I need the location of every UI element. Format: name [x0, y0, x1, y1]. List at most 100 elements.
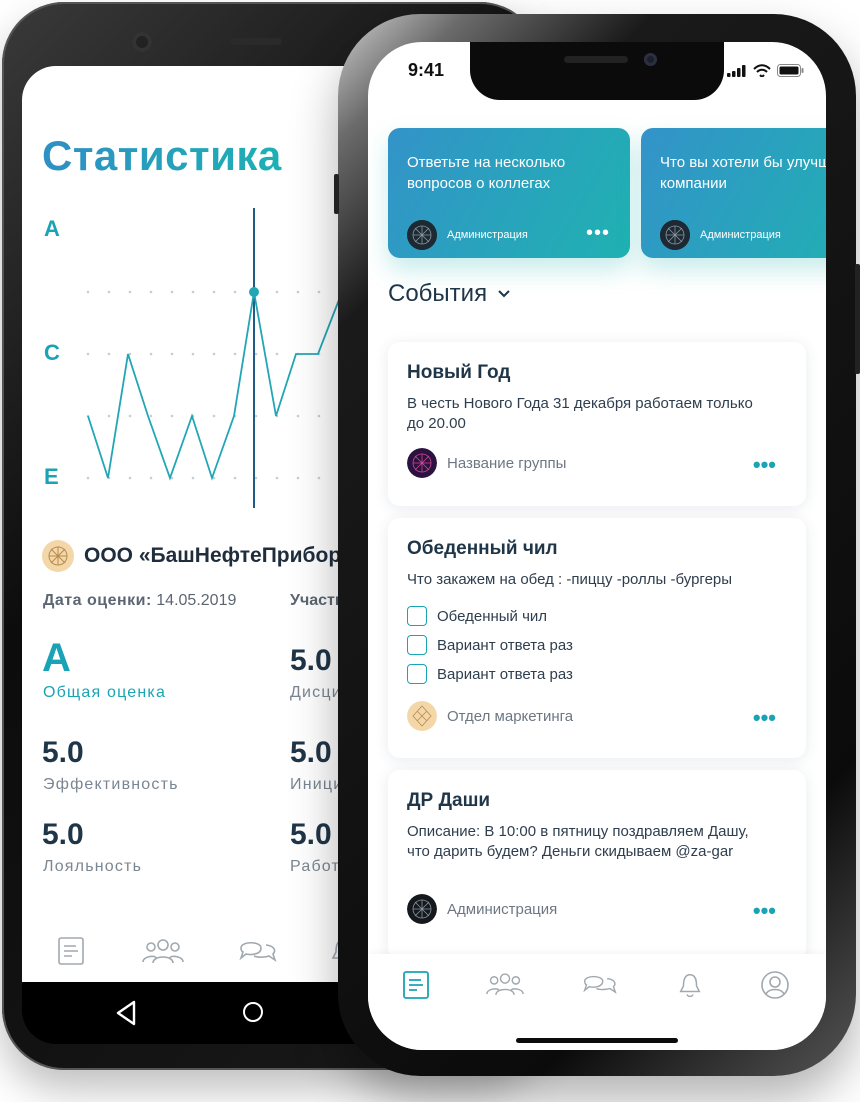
- grid-dot: [233, 476, 237, 480]
- grid-dot: [254, 476, 258, 480]
- events-dropdown[interactable]: События: [388, 280, 511, 308]
- survey-card[interactable]: Что вы хотели бы улучшить в компании Адм…: [641, 128, 826, 258]
- team-icon[interactable]: [142, 936, 184, 966]
- grid-dot: [254, 414, 258, 418]
- event-card[interactable]: Новый Год В честь Нового Года 31 декабря…: [388, 342, 806, 506]
- status-icons: [727, 64, 804, 77]
- grid-dot: [254, 352, 258, 356]
- poll-option-label: Обеденный чил: [437, 607, 548, 625]
- poll-option[interactable]: Вариант ответа раз: [407, 635, 573, 655]
- grid-dot: [275, 352, 279, 356]
- poll-option[interactable]: Обеденный чил: [407, 606, 547, 626]
- grid-dot: [107, 352, 111, 356]
- grid-dot: [296, 476, 300, 480]
- work-value: 5.0: [290, 818, 332, 851]
- bell-icon[interactable]: [676, 970, 704, 1000]
- feed-icon[interactable]: [56, 936, 86, 966]
- grid-dot: [191, 290, 195, 294]
- page-title: Статистика: [42, 132, 282, 179]
- survey-card-text: Ответьте на несколько вопросов о коллега…: [407, 154, 566, 192]
- company-name: ООО «БашНефтеПрибор»: [84, 544, 353, 567]
- assessment-date: Дата оценки: 14.05.2019: [43, 592, 236, 610]
- home-indicator[interactable]: [516, 1038, 678, 1043]
- front-camera: [644, 53, 657, 66]
- grid-dot: [233, 352, 237, 356]
- grid-dot: [317, 476, 321, 480]
- group-avatar: [407, 448, 437, 478]
- poll-option[interactable]: Вариант ответа раз: [407, 664, 573, 684]
- more-icon[interactable]: •••: [753, 900, 776, 922]
- checkbox[interactable]: [407, 606, 427, 626]
- poll-title: Обеденный чил: [407, 538, 558, 559]
- grid-dot: [212, 290, 216, 294]
- team-icon[interactable]: [486, 970, 524, 998]
- overall-grade: A: [42, 636, 71, 680]
- survey-card-text: Что вы хотели бы улучшить в компании: [660, 154, 826, 192]
- grid-dot: [170, 414, 174, 418]
- wifi-icon: [753, 64, 771, 77]
- survey-card[interactable]: Ответьте на несколько вопросов о коллега…: [388, 128, 630, 258]
- admin-name: Администрация: [447, 229, 528, 241]
- group-name: Название группы: [447, 454, 567, 472]
- loyalty-label: Лояльность: [43, 858, 143, 875]
- iphone: 9:41 Ответьте на несколько вопросов о ко…: [334, 14, 860, 1076]
- back-icon[interactable]: [114, 1000, 138, 1026]
- grid-dot: [212, 352, 216, 356]
- side-button: [855, 264, 860, 374]
- grid-dot: [296, 414, 300, 418]
- grid-dot: [212, 414, 216, 418]
- chart-cursor-point[interactable]: [249, 287, 259, 297]
- checkbox[interactable]: [407, 664, 427, 684]
- grid-dot: [275, 290, 279, 294]
- group-name: Администрация: [447, 900, 558, 918]
- efficiency-label: Эффективность: [43, 776, 179, 793]
- profile-icon[interactable]: [760, 970, 790, 1000]
- ios-tab-bar: [368, 954, 826, 1050]
- chart-grid: [86, 290, 342, 480]
- feed-icon[interactable]: [402, 970, 430, 1000]
- feed-screen: 9:41 Ответьте на несколько вопросов о ко…: [368, 42, 826, 1050]
- more-icon[interactable]: •••: [753, 707, 776, 729]
- grid-dot: [86, 290, 90, 294]
- checkbox[interactable]: [407, 635, 427, 655]
- event-description: Описание: В 10:00 в пятницу поздравляем …: [407, 823, 749, 860]
- survey-card-author: Администрация: [407, 220, 528, 250]
- company-header: ООО «БашНефтеПрибор»: [42, 540, 353, 572]
- grid-dot: [170, 352, 174, 356]
- admin-avatar: [407, 220, 437, 250]
- overall-grade-label: Общая оценка: [43, 684, 167, 701]
- poll-option-label: Вариант ответа раз: [437, 636, 573, 654]
- more-icon[interactable]: •••: [586, 223, 610, 243]
- poll-card[interactable]: Обеденный чил Что закажем на обед : -пиц…: [388, 518, 806, 758]
- grade-line: [87, 291, 343, 481]
- grid-dot: [149, 414, 153, 418]
- battery-icon: [777, 64, 804, 77]
- initiative-value: 5.0: [290, 736, 332, 769]
- event-card[interactable]: ДР Даши Описание: В 10:00 в пятницу позд…: [388, 770, 806, 960]
- event-title: ДР Даши: [407, 790, 491, 811]
- poll-description: Что закажем на обед : -пиццу -роллы -бур…: [407, 571, 733, 588]
- grid-dot: [149, 352, 153, 356]
- grid-dot: [275, 476, 279, 480]
- grid-dot: [149, 476, 153, 480]
- more-icon[interactable]: •••: [753, 454, 776, 476]
- chevron-down-icon: [498, 290, 510, 298]
- date-value: 14.05.2019: [156, 592, 237, 609]
- chat-icon[interactable]: [238, 936, 278, 966]
- events-title: События: [388, 280, 488, 307]
- front-camera: [132, 32, 152, 52]
- chat-icon[interactable]: [582, 970, 618, 998]
- grid-dot: [86, 476, 90, 480]
- group-avatar: [407, 894, 437, 924]
- grid-dot: [191, 352, 195, 356]
- event-group: Администрация: [407, 894, 557, 924]
- poll-option-label: Вариант ответа раз: [437, 665, 573, 683]
- grid-dot: [107, 290, 111, 294]
- grid-dot: [233, 290, 237, 294]
- signal-icon: [727, 64, 746, 77]
- earpiece: [230, 38, 282, 45]
- home-button-icon[interactable]: [243, 1002, 263, 1022]
- group-name: Отдел маркетинга: [447, 707, 574, 725]
- grid-dot: [128, 476, 132, 480]
- event-group: Отдел маркетинга: [407, 701, 573, 731]
